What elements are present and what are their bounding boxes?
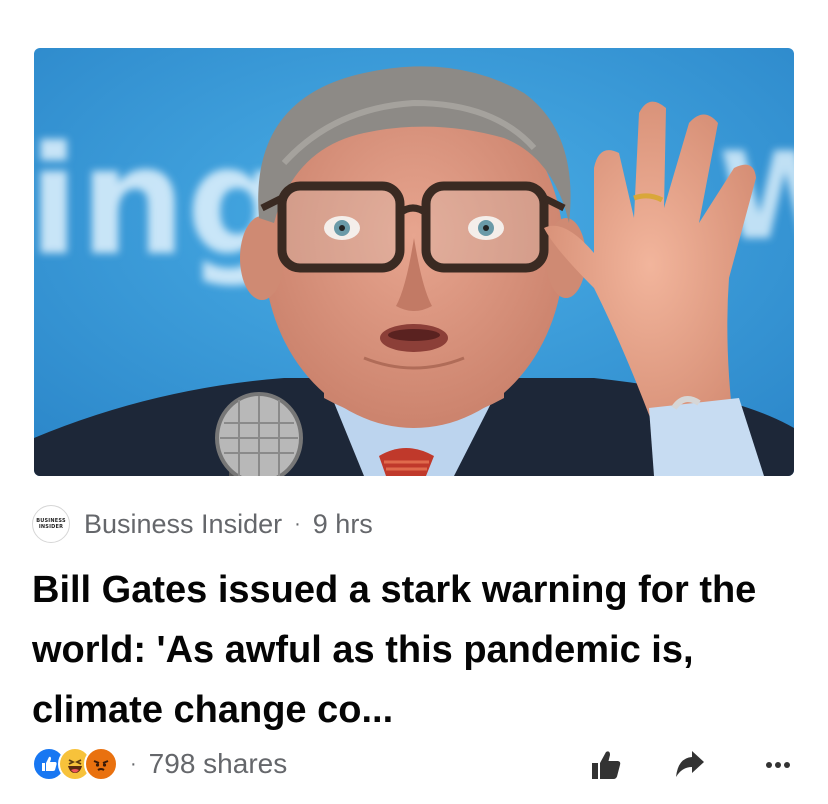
article-image[interactable]: ing W bbox=[34, 48, 794, 476]
share-count[interactable]: 798 shares bbox=[149, 748, 288, 780]
source-row: BUSINESS INSIDER Business Insider · 9 hr… bbox=[32, 504, 373, 544]
source-logo[interactable]: BUSINESS INSIDER bbox=[32, 505, 70, 543]
more-button[interactable] bbox=[760, 747, 796, 783]
thumbs-up-icon bbox=[592, 751, 621, 779]
article-headline[interactable]: Bill Gates issued a stark warning for th… bbox=[32, 560, 792, 740]
post-footer: · 798 shares bbox=[32, 744, 796, 784]
more-dots-icon bbox=[766, 762, 790, 768]
source-logo-line2: INSIDER bbox=[38, 524, 64, 530]
share-button[interactable] bbox=[672, 747, 708, 783]
source-name[interactable]: Business Insider bbox=[84, 509, 282, 540]
share-arrow-icon bbox=[676, 751, 704, 777]
source-separator: · bbox=[294, 512, 301, 535]
article-photo: ing W bbox=[34, 48, 794, 476]
post-timestamp: 9 hrs bbox=[312, 508, 373, 539]
angry-reaction-icon bbox=[84, 747, 118, 781]
footer-separator: · bbox=[130, 752, 137, 775]
reaction-summary[interactable]: · 798 shares bbox=[32, 747, 287, 781]
like-button[interactable] bbox=[588, 747, 624, 783]
news-card[interactable]: ing W BUSINESS INSIDER Business Insider … bbox=[0, 0, 828, 804]
